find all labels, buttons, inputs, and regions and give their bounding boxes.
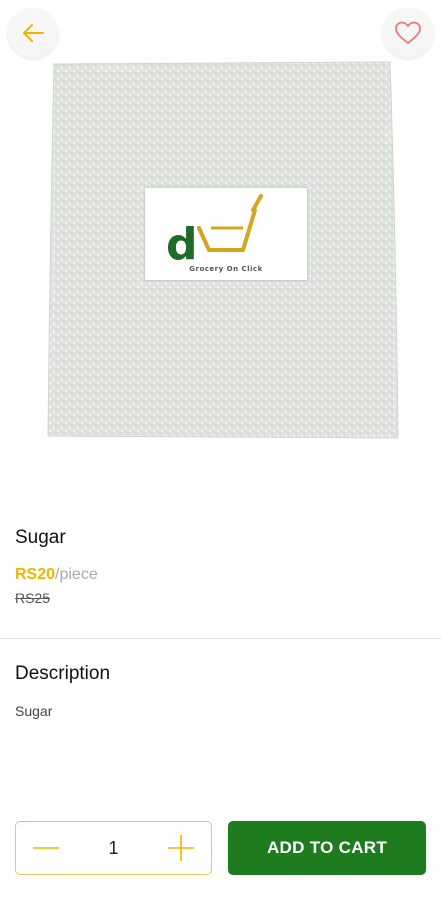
description-heading: Description xyxy=(15,663,111,684)
product-image: d Grocery On Click xyxy=(44,58,400,440)
product-price: RS20 xyxy=(15,566,56,583)
description-text: Sugar xyxy=(15,703,53,719)
decrease-quantity-button[interactable] xyxy=(16,822,76,874)
increase-quantity-button[interactable] xyxy=(151,822,211,874)
arrow-left-icon xyxy=(23,24,44,42)
heart-outline-icon xyxy=(395,21,421,44)
minus-icon xyxy=(33,847,59,849)
logo-letter-d: d xyxy=(166,219,198,270)
quantity-value: 1 xyxy=(108,837,119,858)
section-divider xyxy=(0,638,441,639)
price-row: RS20/piece xyxy=(15,566,98,584)
brand-tagline: Grocery On Click xyxy=(189,265,263,273)
back-button[interactable] xyxy=(8,8,58,58)
product-title: Sugar xyxy=(15,527,66,548)
plus-icon xyxy=(168,835,194,861)
favorite-button[interactable] xyxy=(383,8,433,58)
original-price: RS25 xyxy=(15,590,51,606)
quantity-stepper: 1 xyxy=(15,821,212,875)
add-to-cart-button[interactable]: ADD TO CART xyxy=(228,821,426,875)
price-unit: /piece xyxy=(55,566,98,583)
brand-label: d Grocery On Click xyxy=(145,188,307,280)
